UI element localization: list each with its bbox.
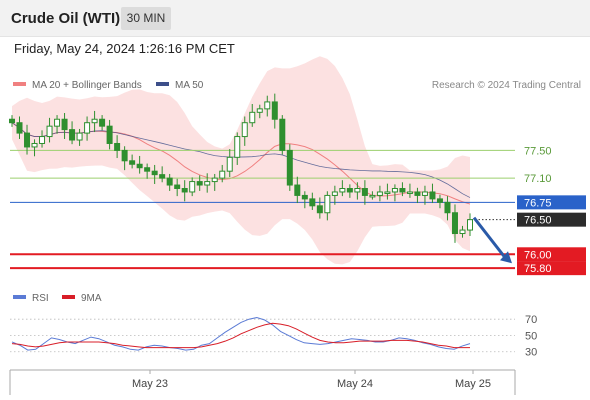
candle [136,163,143,169]
bollinger-band-layer [12,56,470,265]
candle [331,191,338,196]
candle [211,177,218,183]
candle [324,194,331,214]
candle [459,229,466,235]
resistance-label: 77.50 [524,145,552,157]
pivot-label: 76.75 [524,197,552,209]
candle [286,149,293,186]
forecast-arrow-shaft [472,216,506,258]
candle [361,188,368,196]
resistance-label: 77.10 [524,173,552,185]
candle [256,108,263,113]
price-chart[interactable]: 77.50 77.10 76.75 76.50 76.00 75.80 70 50 30 Ma… [0,0,590,400]
candle [467,219,473,231]
candle [91,118,98,124]
bollinger-band [12,56,470,265]
support-label: 76.00 [524,249,552,261]
candle [76,132,83,141]
candle [414,191,421,196]
candle [406,191,413,194]
candle [421,191,428,196]
candle [174,184,181,189]
candle [249,111,256,124]
candle [226,156,233,172]
candle [196,181,203,186]
candle [451,212,458,235]
candle [316,205,323,214]
candle [189,181,196,193]
candle [24,132,31,148]
candle [151,170,158,176]
candle [301,194,308,200]
candle [99,118,106,127]
rsi-tick-label: 70 [525,314,537,326]
candle [294,184,301,196]
rsi-panel: 70 50 30 [10,314,537,359]
candle [219,170,226,179]
candle [346,188,353,193]
rsi-ma9-line [11,322,470,349]
candle [354,188,361,193]
x-axis: May 23 May 24 May 25 [9,369,516,395]
price-tags-layer: 77.50 77.10 76.75 76.50 76.00 75.80 [517,145,586,276]
candle [271,101,278,120]
rsi-tick-label: 30 [525,347,537,359]
forecast-arrow-layer [472,216,512,264]
last-price-label: 76.50 [524,215,552,227]
candle [31,142,38,148]
candle [106,125,113,144]
candle [369,194,376,198]
candle [61,118,68,131]
candle [16,122,23,134]
candle [241,122,248,138]
candle [121,149,128,162]
x-tick-label: May 24 [337,378,373,390]
candle [204,181,211,186]
x-tick-label: May 23 [132,378,168,390]
candle [399,188,406,193]
candle [114,142,121,151]
candle [264,101,271,110]
candle [309,198,316,207]
candle [339,188,346,193]
support-label: 75.80 [524,263,552,275]
candle [159,174,166,179]
candle [279,118,286,151]
candle [429,191,436,200]
candle [444,201,451,214]
candle [46,125,53,138]
candle [384,191,391,194]
candle [54,118,61,127]
candle [166,177,173,186]
candle [69,129,76,141]
candle [129,160,136,165]
candle [181,188,188,193]
candle [376,191,383,196]
candle [84,122,91,134]
candle [144,167,151,172]
rsi-tick-label: 50 [525,330,537,342]
x-tick-label: May 25 [455,378,491,390]
candle [39,136,46,144]
candle [9,118,15,124]
candle [234,136,241,158]
candle [391,188,398,193]
candle [436,198,443,203]
